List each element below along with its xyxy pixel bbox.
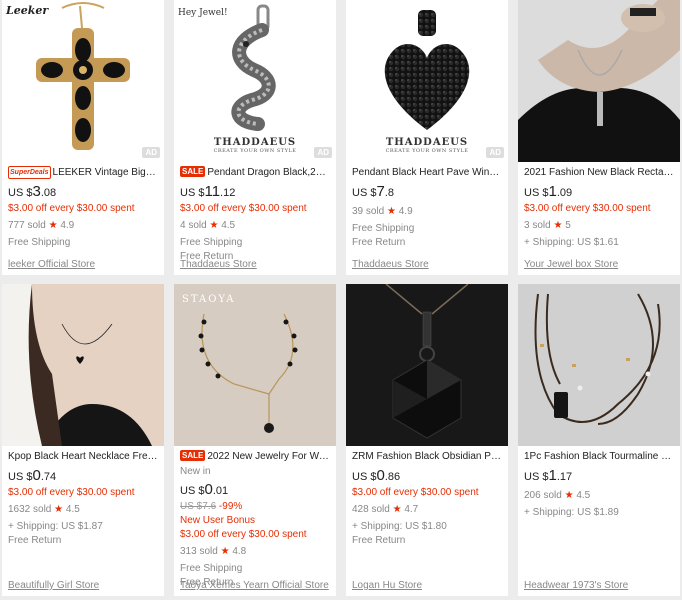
product-title-row[interactable]: SuperDealsLEEKER Vintage Big Black Cross… <box>8 166 158 179</box>
sold-rating: 313 sold ★ 4.8 <box>180 546 247 557</box>
product-title[interactable]: Kpop Black Heart Necklace French Style C… <box>8 450 158 463</box>
ad-badge: AD <box>314 147 332 158</box>
shipping-text: + Shipping: US $1.61 <box>524 237 619 248</box>
man-necklace-image <box>518 0 680 162</box>
product-title[interactable]: 1Pc Fashion Black Tourmaline Stone Penda… <box>524 450 674 463</box>
ad-badge: AD <box>142 147 160 158</box>
product-image[interactable] <box>2 284 164 446</box>
tourmaline-pendant-image <box>518 284 680 446</box>
product-price: US $1.09 <box>524 183 573 200</box>
store-link[interactable]: leeker Official Store <box>8 259 95 270</box>
product-title: 2022 New Jewelry For Women Black Beads N… <box>207 451 330 462</box>
new-in-label: New in <box>180 466 211 477</box>
sold-rating: 428 sold ★ 4.7 <box>352 504 419 515</box>
sale-badge: SALE <box>180 450 206 461</box>
promo-text: $3.00 off every $30.00 spent <box>8 203 135 214</box>
product-card[interactable]: ZRM Fashion Black Obsidian Pendant Neckl… <box>346 284 508 596</box>
shipping-text: + Shipping: US $1.80 <box>352 521 447 532</box>
store-link[interactable]: Headwear 1973's Store <box>524 580 628 591</box>
superdeals-badge: SuperDeals <box>8 166 51 179</box>
cross-pendant-image <box>36 2 130 150</box>
product-price: US $0.01 <box>180 481 229 498</box>
star-icon: ★ <box>553 220 563 231</box>
obsidian-pendant-image <box>346 284 508 446</box>
product-title[interactable]: 2021 Fashion New Black Rectangle Pendant… <box>524 166 674 179</box>
brand-watermark: THADDAEUS CREATE YOUR OWN STYLE <box>385 137 469 154</box>
star-icon: ★ <box>392 504 402 515</box>
product-title-row[interactable]: SALE2022 New Jewelry For Women Black Bea… <box>180 450 330 463</box>
product-price: US $0.74 <box>8 467 57 484</box>
woman-necklace-image <box>2 284 164 446</box>
return-text: Free Return <box>352 237 406 248</box>
store-logo: Hey Jewel! <box>178 8 228 18</box>
product-card[interactable]: STAOYA SALE2022 New Jewelry For Women Bl… <box>174 284 336 596</box>
product-image[interactable]: Hey Jewel! THADDAEUS CREATE YOUR OWN STYL… <box>174 0 336 162</box>
product-image[interactable] <box>518 0 680 162</box>
promo-text: $3.00 off every $30.00 spent <box>180 529 307 540</box>
sold-rating: 4 sold ★ 4.5 <box>180 220 236 231</box>
store-link[interactable]: Logan Hu Store <box>352 580 422 591</box>
product-image[interactable]: THADDAEUS CREATE YOUR OWN STYLE AD <box>346 0 508 162</box>
sold-rating: 777 sold ★ 4.9 <box>8 220 75 231</box>
product-title[interactable]: Pendant Black Heart Pave Winter Trendy J… <box>352 166 502 179</box>
store-link[interactable]: Thaddaeus Store <box>180 259 257 270</box>
promo-text: $3.00 off every $30.00 spent <box>524 203 651 214</box>
star-icon: ★ <box>220 546 230 557</box>
product-title[interactable]: ZRM Fashion Black Obsidian Pendant Neckl… <box>352 450 502 463</box>
product-card[interactable]: 1Pc Fashion Black Tourmaline Stone Penda… <box>518 284 680 596</box>
shipping-text: Free Shipping <box>8 237 71 248</box>
shipping-text: Free Shipping <box>180 237 243 248</box>
star-icon: ★ <box>48 220 58 231</box>
ad-badge: AD <box>486 147 504 158</box>
original-price: US $7.6 -99% <box>180 501 243 512</box>
sold-rating: 39 sold ★ 4.9 <box>352 206 413 217</box>
shipping-text: Free Shipping <box>180 563 243 574</box>
product-price: US $11.12 <box>180 183 236 200</box>
product-card[interactable]: Hey Jewel! THADDAEUS CREATE YOUR OWN STYL… <box>174 0 336 275</box>
product-title-row[interactable]: SALEPendant Dragon Black,2019 New Fashio… <box>180 166 330 179</box>
return-text: Free Return <box>352 535 406 546</box>
store-link[interactable]: Thaddaeus Store <box>352 259 429 270</box>
store-logo: STAOYA <box>182 294 236 305</box>
shipping-text: + Shipping: US $1.87 <box>8 521 103 532</box>
product-price: US $1.17 <box>524 467 573 484</box>
star-icon: ★ <box>54 504 64 515</box>
product-image[interactable] <box>518 284 680 446</box>
product-title: LEEKER Vintage Big Black Cross Pendant N… <box>52 167 158 178</box>
sale-badge: SALE <box>180 166 206 177</box>
sold-rating: 206 sold ★ 4.5 <box>524 490 591 501</box>
product-image[interactable] <box>346 284 508 446</box>
bead-necklace-image <box>174 284 336 446</box>
promo-text: $3.00 off every $30.00 spent <box>8 487 135 498</box>
product-card[interactable]: Leeker AD SuperDeals LEEKER Vintage Big B… <box>2 0 164 275</box>
store-link[interactable]: Beautifully Girl Store <box>8 580 99 591</box>
product-grid: Leeker AD SuperDeals LEEKER Vintage Big B… <box>0 0 682 600</box>
product-card[interactable]: Kpop Black Heart Necklace French Style C… <box>2 284 164 596</box>
product-card[interactable]: 2021 Fashion New Black Rectangle Pendant… <box>518 0 680 275</box>
bonus-text: New User Bonus <box>180 515 256 526</box>
return-text: Free Return <box>8 535 62 546</box>
shipping-text: + Shipping: US $1.89 <box>524 507 619 518</box>
store-link[interactable]: Taoya Xemes Yearn Official Store <box>180 580 329 591</box>
product-image[interactable]: STAOYA <box>174 284 336 446</box>
star-icon: ★ <box>209 220 219 231</box>
store-logo: Leeker <box>6 4 49 17</box>
product-price: US $0.86 <box>352 467 401 484</box>
promo-text: $3.00 off every $30.00 spent <box>352 487 479 498</box>
store-link[interactable]: Your Jewel box Store <box>524 259 618 270</box>
brand-watermark: THADDAEUS CREATE YOUR OWN STYLE <box>213 137 297 154</box>
product-price: US $7.8 <box>352 183 394 200</box>
star-icon: ★ <box>387 206 396 217</box>
sold-rating: 3 sold ★ 5 <box>524 220 571 231</box>
product-image[interactable]: Leeker AD <box>2 0 164 162</box>
product-card[interactable]: THADDAEUS CREATE YOUR OWN STYLE AD Pendan… <box>346 0 508 275</box>
shipping-text: Free Shipping <box>352 223 415 234</box>
star-icon: ★ <box>564 490 574 501</box>
product-title: Pendant Dragon Black,2019 New Fashion Je… <box>207 167 330 178</box>
promo-text: $3.00 off every $30.00 spent <box>180 203 307 214</box>
product-price: US $3.08 <box>8 183 57 200</box>
sold-rating: 1632 sold ★ 4.5 <box>8 504 80 515</box>
